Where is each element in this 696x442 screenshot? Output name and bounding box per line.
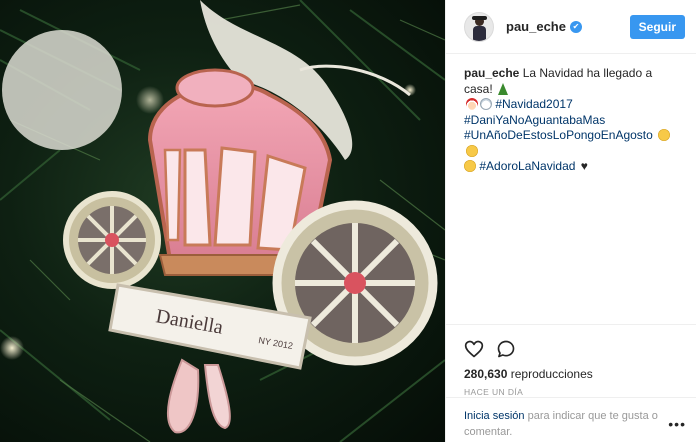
ornament-video-frame: Daniella NY 2012 — [0, 0, 445, 442]
views-number: 280,630 — [464, 367, 508, 381]
hashtag-navidad2017[interactable]: #Navidad2017 — [495, 97, 572, 111]
black-heart-icon — [581, 159, 591, 173]
views-label: reproducciones — [510, 367, 593, 381]
grinning-sweat-icon — [466, 144, 478, 157]
post-caption: pau_eche La Navidad ha llegado a casa! #… — [464, 66, 684, 175]
avatar[interactable] — [464, 11, 494, 42]
grinning-sweat-icon — [658, 129, 671, 141]
verified-badge-icon: ✔ — [569, 20, 582, 33]
hashtag-adorolanavidad[interactable]: #AdoroLaNavidad — [479, 159, 575, 173]
santa-icon — [466, 98, 478, 110]
grinning-sweat-icon — [464, 160, 476, 172]
more-options-icon[interactable]: ••• — [668, 416, 686, 432]
snowman-icon — [480, 98, 492, 110]
views-count: 280,630 reproducciones — [464, 367, 679, 381]
post-timestamp[interactable]: HACE UN DÍA — [464, 387, 679, 397]
login-link[interactable]: Inicia sesión — [464, 410, 525, 422]
caption-username[interactable]: pau_eche — [464, 66, 519, 80]
christmas-tree-icon — [498, 82, 509, 95]
post-actions: 280,630 reproducciones HACE UN DÍA — [446, 324, 696, 397]
post-media[interactable]: Daniella NY 2012 — [0, 0, 445, 442]
post-side-panel: pau_eche ✔ Seguir pau_eche La Navidad ha… — [445, 0, 696, 442]
speech-bubble-icon[interactable] — [496, 339, 516, 359]
hashtag-daniyanoaguantabamas[interactable]: #DaniYaNoAguantabaMas — [464, 113, 684, 129]
hashtag-unanodeestos[interactable]: #UnAñoDeEstosLoPongoEnAgosto — [464, 128, 653, 142]
post-header: pau_eche ✔ Seguir — [446, 0, 696, 54]
username-link[interactable]: pau_eche — [506, 19, 566, 34]
follow-button[interactable]: Seguir — [629, 14, 685, 39]
login-prompt: Inicia sesión para indicar que te gusta … — [446, 397, 696, 440]
heart-outline-icon[interactable] — [464, 339, 484, 359]
